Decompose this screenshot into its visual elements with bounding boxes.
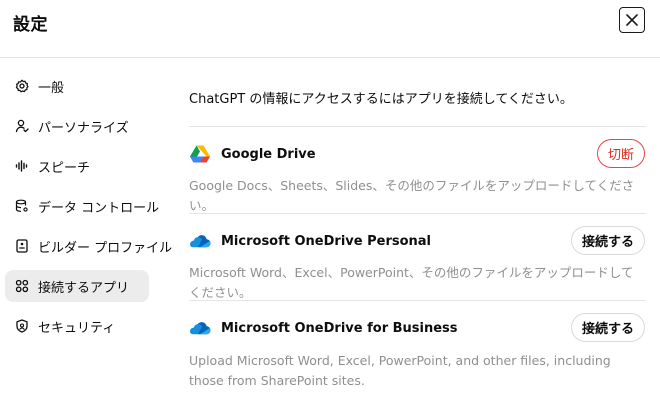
person-icon bbox=[15, 119, 29, 133]
connect-button[interactable]: 接続する bbox=[570, 226, 645, 255]
divider bbox=[189, 300, 646, 301]
id-card-icon bbox=[15, 239, 29, 253]
dialog-title: 設定 bbox=[13, 15, 48, 35]
app-row-google-drive: Google Drive 切断 bbox=[189, 139, 646, 169]
sidebar-item-security[interactable]: セキュリティ bbox=[5, 310, 149, 342]
intro-text: ChatGPT の情報にアクセスするにはアプリを接続してください。 bbox=[189, 92, 573, 107]
app-row-onedrive-personal: Microsoft OneDrive Personal 接続する bbox=[189, 226, 646, 256]
sidebar-item-speech[interactable]: スピーチ bbox=[5, 150, 149, 182]
sidebar-item-builder-profile[interactable]: ビルダー プロファイル bbox=[5, 230, 172, 262]
app-row-onedrive-business: Microsoft OneDrive for Business 接続する bbox=[189, 313, 646, 343]
divider bbox=[189, 126, 646, 127]
waveform-icon bbox=[15, 159, 29, 173]
sidebar-item-label: セキュリティ bbox=[38, 320, 116, 336]
onedrive-icon bbox=[189, 230, 211, 252]
connect-button[interactable]: 接続する bbox=[570, 313, 645, 342]
close-icon bbox=[626, 14, 638, 26]
sidebar-item-label: データ コントロール bbox=[38, 200, 160, 216]
app-name: Microsoft OneDrive for Business bbox=[221, 320, 458, 336]
sidebar-item-connected-apps[interactable]: 接続するアプリ bbox=[5, 270, 149, 302]
onedrive-icon bbox=[189, 317, 211, 339]
app-description: Google Docs、Sheets、Slides、その他のファイルをアップロー… bbox=[189, 178, 635, 213]
sidebar-item-label: 一般 bbox=[38, 80, 65, 96]
dialog-header: 設定 bbox=[0, 0, 660, 58]
database-icon bbox=[15, 199, 29, 213]
app-name: Google Drive bbox=[221, 146, 316, 162]
apps-grid-icon bbox=[15, 279, 29, 293]
divider bbox=[189, 213, 646, 214]
sidebar-item-label: ビルダー プロファイル bbox=[38, 240, 173, 256]
sidebar-item-label: 接続するアプリ bbox=[38, 280, 130, 296]
sidebar-item-label: スピーチ bbox=[38, 160, 91, 176]
sidebar-item-personalize[interactable]: パーソナライズ bbox=[5, 110, 149, 142]
shield-icon bbox=[15, 319, 29, 333]
gear-icon bbox=[15, 79, 29, 93]
sidebar-item-data-controls[interactable]: データ コントロール bbox=[5, 190, 159, 222]
close-button[interactable] bbox=[619, 7, 645, 33]
sidebar-item-general[interactable]: 一般 bbox=[5, 70, 149, 102]
app-name: Microsoft OneDrive Personal bbox=[221, 233, 432, 249]
app-description: Upload Microsoft Word, Excel, PowerPoint… bbox=[189, 353, 611, 388]
sidebar-item-label: パーソナライズ bbox=[38, 120, 129, 136]
google-drive-icon bbox=[189, 143, 211, 165]
disconnect-button[interactable]: 切断 bbox=[596, 139, 645, 168]
settings-sidebar: 一般 パーソナライズ スピーチ データ コントロール ビルダー プロファイル 接… bbox=[5, 70, 172, 350]
app-description: Microsoft Word、Excel、PowerPoint、その他のファイル… bbox=[189, 265, 634, 300]
